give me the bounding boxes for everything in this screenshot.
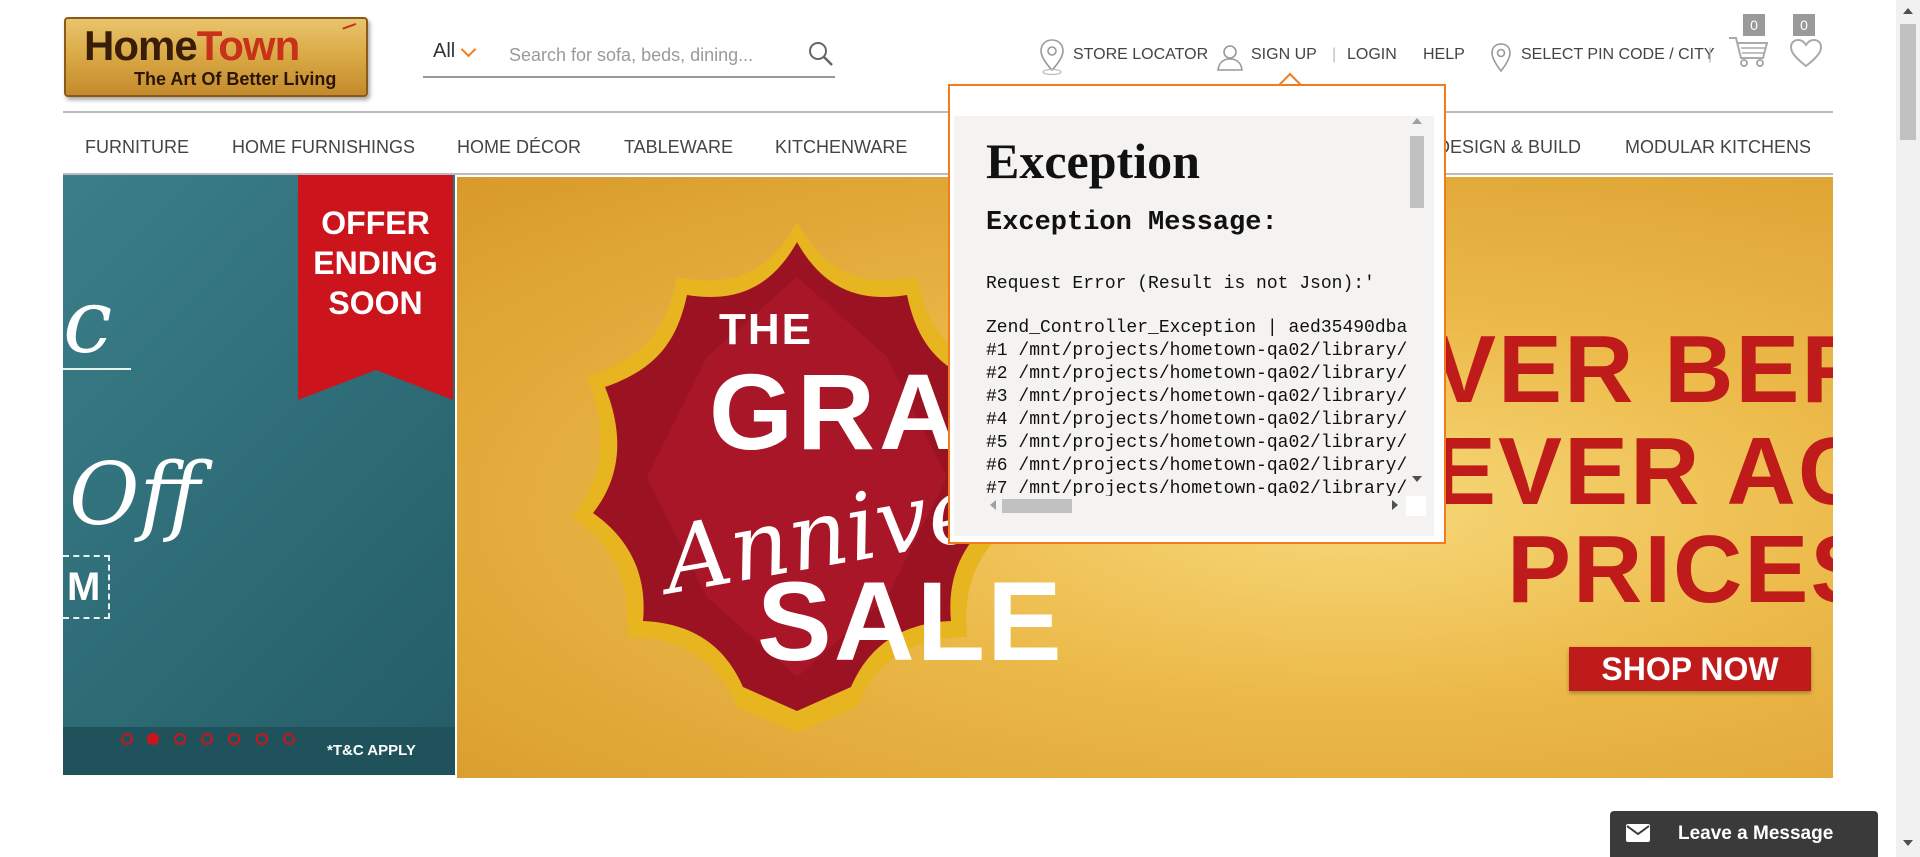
exception-request-error: Request Error (Result is not Json):' [986, 274, 1375, 294]
shop-now-button[interactable]: SHOP NOW [1569, 647, 1811, 691]
exception-trace-line: #2 /mnt/projects/hometown-qa02/library/ [986, 364, 1408, 384]
scrollbar-corner [1406, 496, 1426, 516]
wishlist-count-badge: 0 [1793, 14, 1815, 36]
scroll-right-arrow-icon[interactable] [1392, 500, 1398, 510]
store-locator-link[interactable]: STORE LOCATOR [1073, 46, 1208, 64]
nav-item-tableware[interactable]: TABLEWARE [624, 137, 733, 158]
location-pin-icon[interactable] [1489, 42, 1513, 74]
sale-the-text: THE [719, 305, 813, 354]
slider-dot[interactable] [256, 733, 268, 745]
sign-up-link[interactable]: SIGN UP [1251, 46, 1317, 64]
link-separator: | [1708, 46, 1713, 63]
exception-trace-line: #6 /mnt/projects/hometown-qa02/library/ [986, 456, 1408, 476]
leave-message-label: Leave a Message [1678, 823, 1834, 844]
cart-icon[interactable] [1727, 34, 1769, 68]
hero-left-script-text: c [63, 270, 113, 373]
sale-grand-text: GRA [709, 351, 961, 472]
hero-slide-left[interactable]: c Off M OFFER ENDING SOON [63, 175, 455, 775]
exception-horizontal-scrollbar[interactable] [986, 496, 1406, 514]
slider-dot[interactable] [201, 733, 213, 745]
banner-line-2: EVER AGA [1432, 418, 1833, 525]
page-scroll-up-icon[interactable] [1903, 8, 1913, 14]
exception-vertical-scrollbar[interactable] [1408, 116, 1426, 496]
slider-dot[interactable] [174, 733, 186, 745]
nav-item-modular-kitchens[interactable]: MODULAR KITCHENS [1625, 137, 1811, 158]
tnc-note: *T&C APPLY [327, 742, 416, 759]
store-locator-pin-icon[interactable] [1038, 38, 1066, 76]
search-icon[interactable] [807, 40, 835, 68]
login-link[interactable]: LOGIN [1347, 46, 1397, 64]
slider-dot[interactable] [228, 733, 240, 745]
logo-wordmark: HomeTown [84, 22, 300, 69]
scroll-thumb[interactable] [1002, 499, 1072, 513]
page-scrollbar[interactable] [1896, 0, 1920, 857]
help-link[interactable]: HELP [1423, 46, 1465, 64]
nav-item-furniture[interactable]: FURNITURE [85, 137, 189, 158]
cart-count-badge: 0 [1743, 14, 1765, 36]
chevron-down-icon[interactable] [460, 41, 477, 58]
heart-icon[interactable] [1789, 38, 1823, 68]
nav-item-design-build[interactable]: DESIGN & BUILD [1437, 137, 1581, 158]
page-scroll-thumb[interactable] [1900, 24, 1916, 140]
envelope-icon [1626, 824, 1650, 842]
exception-trace-head: Zend_Controller_Exception | aed35490dba [986, 318, 1408, 338]
exception-title: Exception [986, 133, 1200, 189]
exception-message-heading: Exception Message: [986, 208, 1278, 238]
nav-item-home-decor[interactable]: HOME DÉCOR [457, 137, 581, 158]
scroll-left-arrow-icon[interactable] [990, 500, 996, 510]
slider-dot[interactable] [121, 733, 133, 745]
hero-left-divider [63, 368, 131, 370]
hero-left-off-text: Off [69, 445, 201, 545]
leave-message-widget[interactable]: Leave a Message [1610, 811, 1878, 857]
slider-dot[interactable] [283, 733, 295, 745]
banner-line-3: PRICES [1507, 516, 1833, 623]
search-input[interactable] [507, 40, 811, 70]
exception-trace-line: #3 /mnt/projects/hometown-qa02/library/ [986, 387, 1408, 407]
banner-line-1: VER BEF [1432, 316, 1833, 423]
select-pincode-link[interactable]: SELECT PIN CODE / CITY [1521, 46, 1715, 64]
slider-dot-active[interactable] [147, 733, 159, 745]
scroll-up-arrow-icon[interactable] [1412, 118, 1422, 124]
nav-item-home-furnishings[interactable]: HOME FURNISHINGS [232, 137, 415, 158]
link-separator: | [1332, 46, 1337, 63]
exception-scroll-area[interactable]: Exception Exception Message: Request Err… [954, 116, 1434, 536]
search-category-select[interactable]: All [433, 40, 455, 63]
search-bar: All [423, 34, 835, 78]
sale-word-text: SALE [757, 559, 1064, 684]
exception-trace-line: #5 /mnt/projects/hometown-qa02/library/ [986, 433, 1408, 453]
logo-tagline: The Art Of Better Living [134, 69, 337, 89]
exception-trace-line: #4 /mnt/projects/hometown-qa02/library/ [986, 410, 1408, 430]
user-icon[interactable] [1215, 42, 1245, 72]
offer-ribbon-tail [298, 370, 453, 400]
exception-trace-line: #1 /mnt/projects/hometown-qa02/library/ [986, 341, 1408, 361]
page-scroll-down-icon[interactable] [1903, 840, 1913, 846]
nav-item-kitchenware[interactable]: KITCHENWARE [775, 137, 907, 158]
offer-ribbon-text: OFFER ENDING SOON [313, 205, 438, 321]
scroll-thumb[interactable] [1410, 136, 1424, 208]
logo-swoosh [342, 22, 360, 40]
hero-left-coupon-box: M [63, 555, 110, 619]
hometown-logo[interactable]: HomeTown The Art Of Better Living [64, 17, 368, 97]
scroll-down-arrow-icon[interactable] [1412, 476, 1422, 482]
exception-popup: Exception Exception Message: Request Err… [948, 84, 1446, 544]
